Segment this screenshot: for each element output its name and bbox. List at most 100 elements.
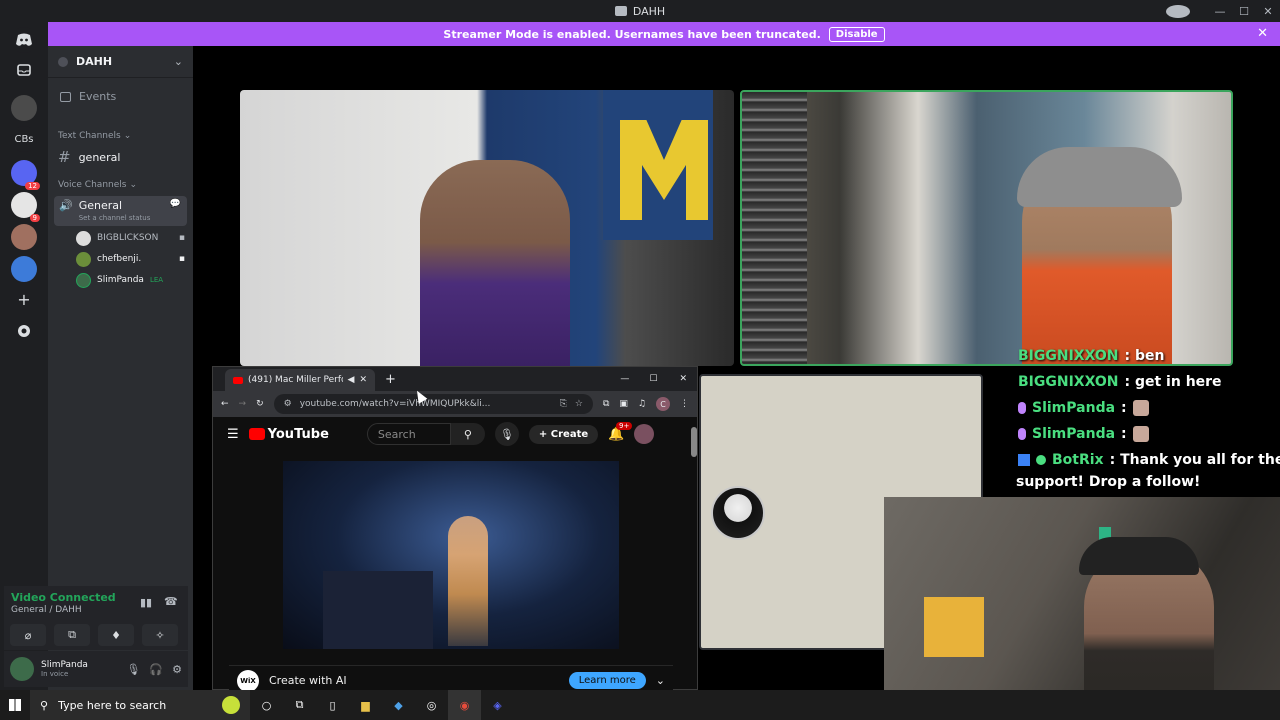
category-text-channels[interactable]: Text Channels ⌄ [58,131,187,141]
headphones-icon[interactable]: 🎧 [149,663,163,676]
help-icon[interactable]: ? [1166,4,1190,18]
channel-general-text[interactable]: # general [54,148,187,166]
create-label: Create [550,428,589,440]
task-view-icon[interactable]: ⧉ [283,690,316,720]
category-voice-channels[interactable]: Voice Channels ⌄ [58,180,187,190]
new-tab-button[interactable]: + [385,372,396,387]
forward-icon[interactable]: → [239,399,247,409]
window-title-group: DAHH [614,5,665,18]
camera-off-button[interactable]: ⌀ [10,624,46,646]
chat-message: BotRix: Thank you all for the [1018,452,1280,468]
reload-icon[interactable]: ↻ [256,399,264,409]
hamburger-menu-icon[interactable]: ☰ [227,427,239,442]
extensions-icon[interactable]: ⧉ [603,399,609,409]
chat-message: SlimPanda: [1018,400,1149,416]
search-icon[interactable]: ⚲ [450,423,485,445]
avatar[interactable] [10,657,34,681]
site-info-icon[interactable]: ⚙ [284,399,292,409]
video-tile-biggnixxon[interactable] [740,90,1233,366]
close-tab-icon[interactable]: ✕ [359,375,367,385]
minimize-button[interactable]: — [1208,5,1232,18]
bookmark-star-icon[interactable]: ☆ [575,399,583,409]
bot-icon [1018,454,1030,466]
taskbar-search[interactable]: ⚲ Type here to search [30,690,250,720]
add-server-icon[interactable]: + [11,286,37,312]
voice-user[interactable]: SlimPanda LEA [76,270,185,290]
cortana-icon[interactable]: ○ [250,690,283,720]
inbox-icon[interactable] [11,57,37,83]
disable-streamer-mode-button[interactable]: Disable [828,26,885,42]
windows-taskbar: ⚲ Type here to search ○ ⧉ ▯ ▆ ◆ ◎ ◉ ◈ [0,690,1280,720]
screen-share-button[interactable]: ⧉ [54,624,90,646]
activities-button[interactable]: ♦ [98,624,134,646]
install-icon[interactable]: ⎘ [560,399,567,409]
copilot-icon[interactable]: ◆ [382,690,415,720]
channel-status[interactable]: Set a channel status [79,214,151,222]
server-header[interactable]: DAHH ⌄ [48,46,193,78]
maximize-button[interactable]: ☐ [1232,5,1256,18]
microphone-icon[interactable]: 🎙 [126,663,140,676]
gear-icon[interactable]: ⚙ [172,663,182,676]
address-bar[interactable]: ⚙ youtube.com/watch?v=iVhWMIQUPkk&li... … [273,394,593,414]
tab-title: (491) Mac Miller Performs [248,375,343,385]
windows-start-icon[interactable] [9,699,21,711]
maximize-button[interactable]: ☐ [649,374,657,384]
chevron-down-icon[interactable]: ⌄ [656,674,665,687]
app-icon[interactable]: ◎ [415,690,448,720]
voice-controls: ⌀ ⧉ ♦ ✧ [10,624,178,646]
create-button[interactable]: + Create [528,424,599,444]
server-icon[interactable]: 12 [11,160,40,190]
youtube-logo[interactable]: YouTube [248,427,329,442]
voice-user[interactable]: chefbenji. ▪ [76,249,185,269]
server-boost-icon [58,56,68,67]
taskbar-search-input[interactable]: Type here to search [58,699,166,712]
close-button[interactable]: ✕ [679,374,687,384]
scrollbar-thumb[interactable] [691,427,697,457]
profile-avatar[interactable]: C [656,397,670,411]
browser-tab[interactable]: (491) Mac Miller Performs ◀ ✕ [225,369,375,391]
back-icon[interactable]: ← [221,399,229,409]
explore-icon[interactable] [11,318,37,344]
file-explorer-icon[interactable]: ▆ [349,690,382,720]
streamer-mode-banner: Streamer Mode is enabled. Usernames have… [48,22,1280,46]
learn-more-button[interactable]: Learn more [568,672,646,689]
chat-message-continued: support! Drop a follow! [1016,474,1200,490]
voice-location[interactable]: General / DAHH [11,605,82,615]
chat-text: : [1121,400,1127,416]
server-dahh-icon[interactable] [11,95,37,121]
notifications-bell-icon[interactable]: 🔔 9+ [608,421,633,442]
voice-search-icon[interactable]: 🎙 [494,422,519,446]
sidebar-item-events[interactable]: Events [54,90,187,103]
minimize-button[interactable]: — [620,374,629,384]
server-icon[interactable] [11,224,37,250]
chat-text: : ben [1124,348,1165,364]
discord-home-icon[interactable] [11,27,37,53]
close-banner-icon[interactable]: ✕ [1257,26,1268,41]
server-name: DAHH [76,55,113,68]
mention-badge: 9 [29,214,40,222]
search-input[interactable]: Search [366,423,451,445]
server-icon[interactable] [11,256,37,282]
menu-kebab-icon[interactable]: ⋮ [680,399,689,409]
chat-icon[interactable]: 💬 [170,199,181,209]
media-icon[interactable]: ♫ [638,399,646,409]
account-avatar[interactable] [634,424,655,444]
disconnect-icon[interactable]: ☎ [164,595,178,608]
voice-user[interactable]: BIGBLICKSON ▪ [76,228,185,248]
channel-general-voice[interactable]: 🔊 General Set a channel status 💬 [54,196,187,226]
server-cbs-icon[interactable]: CBs [11,126,37,152]
signal-icon[interactable]: ▮▮ [140,596,152,609]
server-icon[interactable]: 9 [11,192,40,222]
chrome-icon[interactable]: ◉ [448,690,481,720]
video-player[interactable] [283,461,619,649]
video-tile-bigblickson[interactable] [240,90,734,366]
ad-title[interactable]: Create with AI [269,674,347,687]
advertiser-logo[interactable]: WiX [237,669,259,692]
discord-icon[interactable]: ◈ [481,690,514,720]
voice-status-panel: Video Connected General / DAHH ▮▮ ☎ ⌀ ⧉ … [4,586,188,650]
close-button[interactable]: ✕ [1256,5,1280,18]
tab-search-icon[interactable]: ▣ [619,399,628,409]
file-icon[interactable]: ▯ [316,690,349,720]
soundboard-button[interactable]: ✧ [142,624,178,646]
audio-icon[interactable]: ◀ [348,375,355,385]
